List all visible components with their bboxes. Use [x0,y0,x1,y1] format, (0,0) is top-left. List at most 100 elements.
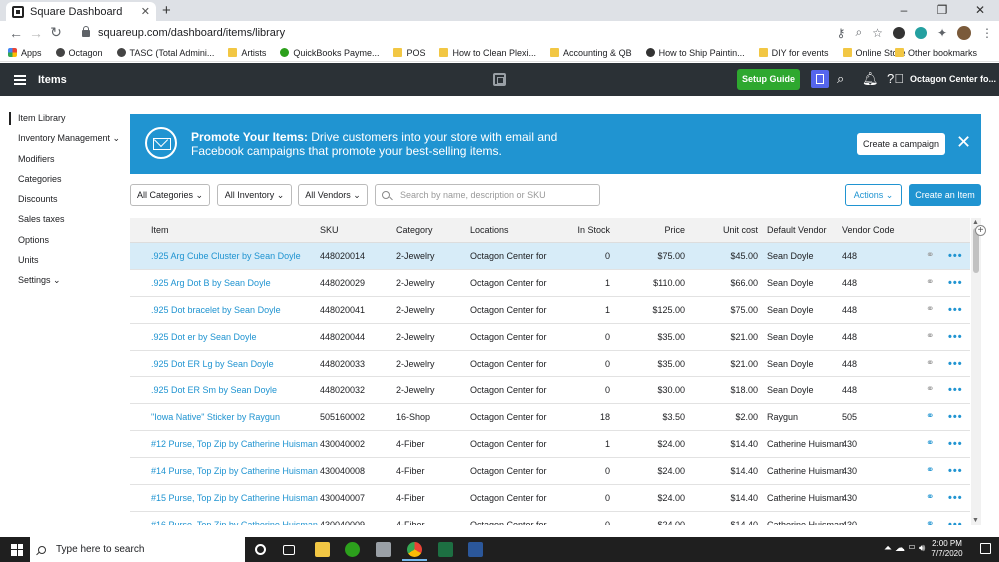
item-name-link[interactable]: .925 Dot ER Lg by Sean Doyle [151,351,274,377]
table-row[interactable]: .925 Arg Cube Cluster by Sean Doyle 44802… [130,243,970,270]
bookmark-apps[interactable]: Apps [8,48,42,58]
table-row[interactable]: #15 Purse, Top Zip by Catherine Huisman 4… [130,485,970,512]
table-row[interactable]: #14 Purse, Top Zip by Catherine Huisman 4… [130,458,970,486]
column-header-vendor-code[interactable]: Vendor Code [842,218,895,243]
back-icon[interactable]: ← [6,25,26,41]
create-item-button[interactable]: Create an Item [909,184,981,206]
more-options-icon[interactable]: ••• [948,404,963,430]
system-tray-icons[interactable]: ⏶☁▭🔊︎ [884,543,928,554]
profile-avatar-icon[interactable] [957,25,971,40]
link-icon[interactable]: ⚭ [926,377,934,403]
file-explorer-icon[interactable] [315,542,330,557]
item-name-link[interactable]: .925 Dot bracelet by Sean Doyle [151,297,281,323]
browser-menu-icon[interactable]: ⋮ [981,26,993,40]
more-options-icon[interactable]: ••• [948,512,963,525]
create-campaign-button[interactable]: Create a campaign [857,133,945,155]
column-header-unit-cost[interactable]: Unit cost [708,218,758,243]
table-row[interactable]: .925 Dot ER Sm by Sean Doyle 448020032 2-J… [130,377,970,405]
column-header-default-vendor[interactable]: Default Vendor [767,218,827,243]
minimize-button[interactable]: – [885,0,923,21]
item-name-link[interactable]: .925 Arg Dot B by Sean Doyle [151,270,271,296]
item-name-link[interactable]: #15 Purse, Top Zip by Catherine Huisman [151,485,318,511]
bookmark-artists[interactable]: Artists [228,48,266,58]
chrome-icon[interactable] [402,542,427,561]
item-name-link[interactable]: .925 Dot ER Sm by Sean Doyle [151,377,277,403]
sidebar-item-units[interactable]: Units [0,250,120,270]
more-options-icon[interactable]: ••• [948,377,963,403]
table-row[interactable]: "Iowa Native" Sticker by Raygun 505160002… [130,404,970,432]
setup-guide-button[interactable]: Setup Guide [737,69,800,90]
inventory-filter[interactable]: All Inventory ⌄ [217,184,292,206]
sidebar-item-settings[interactable]: Settings ⌄ [0,270,120,290]
bookmark-clean-plexi[interactable]: How to Clean Plexi... [439,48,536,58]
search-icon[interactable]: ⌕ [837,71,844,87]
bookmark-tasc[interactable]: TASC (Total Admini... [116,48,214,58]
categories-filter[interactable]: All Categories ⌄ [130,184,210,206]
more-options-icon[interactable]: ••• [948,485,963,511]
extension-icon[interactable] [892,26,905,39]
table-row[interactable]: .925 Dot er by Sean Doyle 448020044 2-Jewe… [130,324,970,351]
sidebar-item-inventory-management[interactable]: Inventory Management ⌄ [0,128,120,148]
link-icon[interactable]: ⚭ [926,485,934,511]
add-column-icon[interactable]: + [975,225,986,236]
account-menu[interactable]: Octagon Center fo... [910,74,996,84]
more-options-icon[interactable]: ••• [948,351,963,377]
column-header-locations[interactable]: Locations [470,218,509,243]
browser-tab[interactable]: Square Dashboard ✕ [6,2,156,21]
item-name-link[interactable]: #16 Purse, Top Zip by Catherine Huisman [151,512,318,525]
link-icon[interactable]: ⚭ [926,458,934,484]
sidebar-item-sales-taxes[interactable]: Sales taxes [0,209,120,229]
more-options-icon[interactable]: ••• [948,297,963,323]
bookmark-pos[interactable]: POS [393,48,425,58]
sidebar-item-categories[interactable]: Categories [0,169,120,189]
close-window-button[interactable]: ✕ [961,0,999,21]
url-field[interactable]: squareup.com/dashboard/items/library [82,26,837,39]
sidebar-item-item-library[interactable]: Item Library [0,108,120,128]
scroll-down-icon[interactable]: ▼ [972,517,979,524]
keyboard-shortcuts-icon[interactable] [811,70,829,88]
item-name-link[interactable]: #14 Purse, Top Zip by Catherine Huisman [151,458,318,484]
taskbar-clock[interactable]: 2:00 PM 7/7/2020 [927,539,967,559]
item-name-link[interactable]: .925 Dot er by Sean Doyle [151,324,257,350]
table-row[interactable]: #12 Purse, Top Zip by Catherine Huisman 4… [130,431,970,459]
column-header-category[interactable]: Category [396,218,433,243]
column-header-in-stock[interactable]: In Stock [570,218,610,243]
notifications-icon[interactable] [980,543,991,554]
key-icon[interactable]: ⚷ [837,26,846,40]
taskbar-search[interactable]: Type here to search [30,537,245,562]
table-row[interactable]: #16 Purse, Top Zip by Catherine Huisman 4… [130,512,970,525]
reload-icon[interactable]: ↻ [46,24,66,41]
new-tab-button[interactable]: + [162,2,171,19]
sidebar-item-discounts[interactable]: Discounts [0,189,120,209]
other-bookmarks[interactable]: Other bookmarks [894,48,977,58]
close-icon[interactable]: ✕ [956,132,971,152]
sidebar-item-options[interactable]: Options [0,230,120,250]
item-name-link[interactable]: .925 Arg Cube Cluster by Sean Doyle [151,243,301,269]
bookmark-octagon[interactable]: Octagon [55,48,103,58]
bookmark-accounting[interactable]: Accounting & QB [550,48,632,58]
square-logo-icon[interactable] [493,73,506,86]
zoom-icon[interactable]: ⌕ [855,25,862,40]
column-header-price[interactable]: Price [635,218,685,243]
more-options-icon[interactable]: ••• [948,243,963,269]
help-icon[interactable]: ?⃝ [887,71,904,86]
link-icon[interactable]: ⚭ [926,243,934,269]
bookmark-quickbooks[interactable]: QuickBooks Payme... [280,48,379,58]
excel-icon[interactable] [438,542,453,557]
link-icon[interactable]: ⚭ [926,297,934,323]
link-icon[interactable]: ⚭ [926,270,934,296]
search-input[interactable] [400,190,590,200]
table-row[interactable]: .925 Arg Dot B by Sean Doyle 448020029 2-J… [130,270,970,297]
vendors-filter[interactable]: All Vendors ⌄ [298,184,368,206]
actions-dropdown[interactable]: Actions ⌄ [845,184,902,206]
bookmark-star-icon[interactable]: ☆ [872,26,883,40]
more-options-icon[interactable]: ••• [948,270,963,296]
task-view-icon[interactable] [283,545,295,555]
windows-start-icon[interactable] [11,543,23,556]
calculator-icon[interactable] [376,542,391,557]
word-icon[interactable] [468,542,483,557]
table-scrollbar[interactable]: ▲ ▼ [971,218,981,525]
extensions-puzzle-icon[interactable]: ✦ [937,26,947,40]
more-options-icon[interactable]: ••• [948,324,963,350]
column-header-item[interactable]: Item [151,218,169,243]
